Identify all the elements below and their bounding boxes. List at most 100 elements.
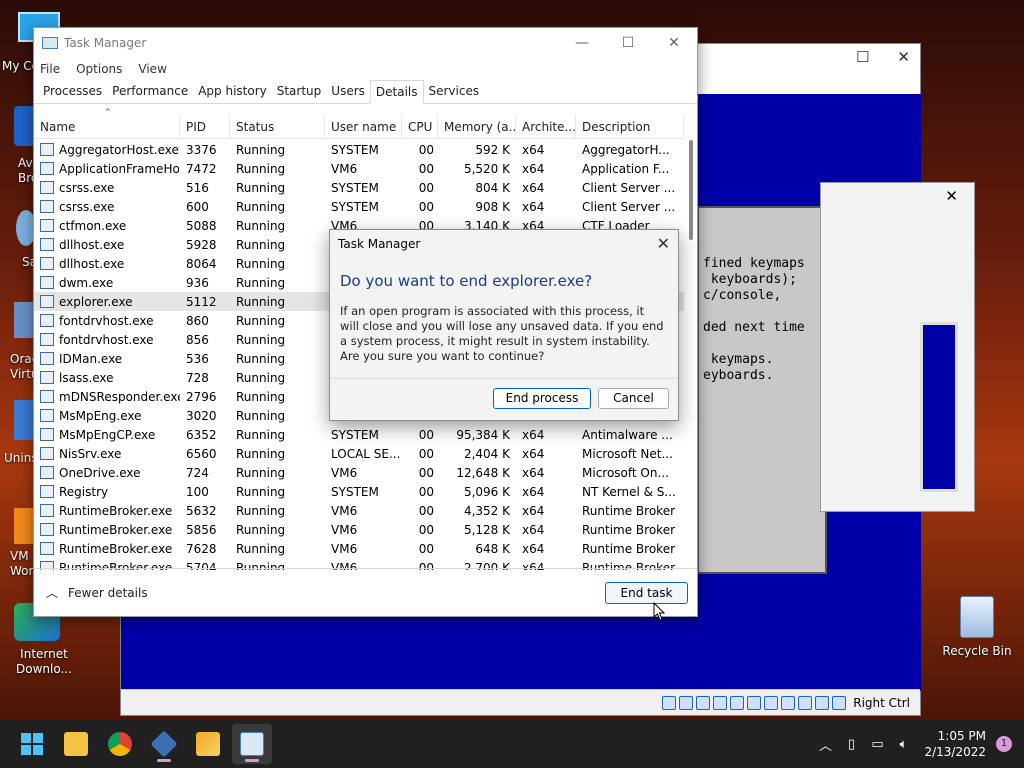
table-row[interactable]: RuntimeBroker.exe 5632 Running VM6 00 4,352 K… (34, 501, 684, 520)
taskbar-file-explorer[interactable] (56, 724, 96, 764)
table-row[interactable]: Registry 100 Running SYSTEM 00 5,096 K x64 NT K… (34, 482, 684, 501)
table-row[interactable]: RuntimeBroker.exe 5856 Running VM6 00 5,128 K… (34, 520, 684, 539)
cell-status: Running (236, 161, 286, 176)
process-icon (40, 257, 54, 270)
taskbar-chrome[interactable] (100, 724, 140, 764)
notification-badge[interactable]: 1 (996, 736, 1012, 752)
network-icon[interactable] (713, 695, 728, 710)
table-row[interactable]: csrss.exe 516 Running SYSTEM 00 804 K x64 Clien… (34, 178, 684, 197)
network-icon[interactable]: ▭ (864, 737, 890, 752)
vertical-scrollbar[interactable] (689, 140, 693, 240)
taskbar-virtualbox[interactable] (144, 724, 184, 764)
cell-desc: Runtime Broker (582, 503, 676, 518)
close-icon[interactable]: ✕ (651, 28, 697, 58)
window-controls: — ☐ ✕ (559, 28, 697, 58)
desktop-icon-recycle-bin[interactable]: Recycle Bin (937, 596, 1017, 658)
process-icon (40, 542, 54, 555)
cell-mem: 908 K (475, 199, 510, 214)
optical-drive-icon[interactable] (679, 695, 694, 710)
tab-users[interactable]: Users (326, 80, 370, 103)
process-icon (40, 371, 54, 384)
cell-desc: Application F... (582, 161, 670, 176)
cell-user: VM6 (331, 541, 358, 556)
cell-arch: x64 (522, 199, 545, 214)
menu-file[interactable]: File (40, 62, 60, 76)
cell-mem: 648 K (475, 541, 510, 556)
audio-icon[interactable] (696, 695, 711, 710)
virtualization-icon[interactable] (798, 695, 813, 710)
column-header-architecture[interactable]: Archite... (516, 115, 576, 139)
taskbar-virtualbox-manager[interactable] (188, 724, 228, 764)
hard-disk-icon[interactable] (662, 695, 677, 710)
taskbar-task-manager[interactable] (232, 724, 272, 764)
tray-app-icon[interactable]: ▯ (838, 737, 864, 752)
cell-cpu: 00 (418, 541, 434, 556)
table-row[interactable]: ApplicationFrameHo... 7472 Running VM6 00 5,5… (34, 159, 684, 178)
column-header-memory[interactable]: Memory (a... (438, 115, 516, 139)
column-header-cpu[interactable]: CPU (402, 115, 438, 139)
tab-services[interactable]: Services (424, 80, 485, 103)
tab-performance[interactable]: Performance (107, 80, 193, 103)
cell-desc: Microsoft Net... (582, 446, 673, 461)
cell-pid: 516 (186, 180, 209, 195)
process-icon (40, 181, 54, 194)
column-header-status[interactable]: Status (230, 115, 325, 139)
process-name: dwm.exe (59, 275, 114, 290)
column-header-name[interactable]: Name (34, 115, 180, 139)
tab-startup[interactable]: Startup (272, 80, 327, 103)
process-name: csrss.exe (59, 180, 115, 195)
column-header-pid[interactable]: PID (180, 115, 230, 139)
dialog-message: If an open program is associated with th… (340, 304, 664, 363)
close-icon[interactable]: ✕ (897, 48, 910, 66)
column-header-user[interactable]: User name (325, 115, 402, 139)
minimize-icon[interactable]: — (559, 28, 605, 58)
display-icon[interactable] (764, 695, 779, 710)
cancel-button[interactable]: Cancel (598, 388, 669, 409)
keyboard-capture-icon[interactable] (832, 695, 847, 710)
process-name-cell: MsMpEngCP.exe (34, 428, 180, 442)
process-name: Registry (59, 484, 109, 499)
process-icon (40, 390, 54, 403)
mouse-integration-icon[interactable] (815, 695, 830, 710)
process-name-cell: fontdrvhost.exe (34, 333, 180, 347)
fewer-details-label: Fewer details (68, 585, 148, 600)
end-task-button[interactable]: End task (605, 582, 688, 604)
shared-folder-icon[interactable] (747, 695, 762, 710)
cell-status: Running (236, 142, 286, 157)
cell-pid: 3020 (186, 408, 217, 423)
table-row[interactable]: RuntimeBroker.exe 7628 Running VM6 00 648 K x6… (34, 539, 684, 558)
process-name: AggregatorHost.exe (59, 142, 179, 157)
cell-desc: AggregatorH... (582, 142, 670, 157)
clock[interactable]: 1:05 PM 2/13/2022 (924, 728, 986, 760)
tab-details[interactable]: Details (369, 80, 424, 104)
volume-icon[interactable]: 🔈︎ (890, 737, 916, 752)
close-icon[interactable]: ✕ (657, 234, 670, 253)
menu-options[interactable]: Options (76, 62, 122, 76)
end-process-button[interactable]: End process (493, 388, 591, 409)
start-button[interactable] (12, 724, 52, 764)
tab-processes[interactable]: Processes (38, 80, 107, 103)
chevron-up-icon[interactable]: ︿ (812, 735, 838, 754)
vm-console-text: fined keymaps keyboards); c/console, ded… (697, 206, 827, 574)
fewer-details-toggle[interactable]: ︿ Fewer details (46, 584, 148, 601)
cell-desc: Runtime Broker (582, 541, 676, 556)
maximize-icon[interactable]: ☐ (605, 28, 651, 58)
cell-status: Running (236, 199, 286, 214)
column-header-description[interactable]: Description (576, 115, 684, 139)
cell-pid: 6560 (186, 446, 217, 461)
tab-app-history[interactable]: App history (193, 80, 272, 103)
recording-icon[interactable] (781, 695, 796, 710)
menu-view[interactable]: View (138, 62, 166, 76)
table-row[interactable]: csrss.exe 600 Running SYSTEM 00 908 K x64 Clien… (34, 197, 684, 216)
table-row[interactable]: AggregatorHost.exe 3376 Running SYSTEM 00 592… (34, 140, 684, 159)
process-name: MsMpEng.exe (59, 408, 142, 423)
close-icon[interactable]: ✕ (945, 187, 958, 205)
usb-icon[interactable] (730, 695, 745, 710)
cell-pid: 6352 (186, 427, 217, 442)
table-row[interactable]: MsMpEngCP.exe 6352 Running SYSTEM 00 95,384 K… (34, 425, 684, 444)
maximize-icon[interactable]: ☐ (856, 48, 869, 66)
table-row[interactable]: NisSrv.exe 6560 Running LOCAL SE... 00 2,404 … (34, 444, 684, 463)
desktop-icon-label: Av Bro (18, 156, 39, 185)
cell-mem: 95,384 K (456, 427, 510, 442)
table-row[interactable]: OneDrive.exe 724 Running VM6 00 12,648 K x64 Mi… (34, 463, 684, 482)
